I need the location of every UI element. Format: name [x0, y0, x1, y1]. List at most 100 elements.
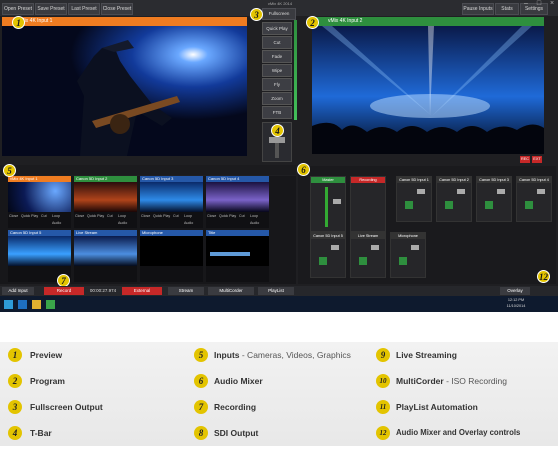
- audio-control[interactable]: Audio: [184, 221, 193, 225]
- last-preset-button[interactable]: Last Preset: [68, 3, 100, 15]
- strip-fader[interactable]: [331, 245, 339, 250]
- legend-item: 9 Live Streaming: [376, 342, 556, 368]
- fly-button[interactable]: Fly: [262, 78, 292, 91]
- quick-play-control[interactable]: Quick Play: [21, 214, 38, 218]
- badge-preview: 1: [12, 16, 25, 29]
- input-thumbnail[interactable]: Canon 5D Input 3 Close Quick Play Cut Lo…: [140, 176, 203, 228]
- legend-number: 6: [194, 374, 208, 388]
- strip-fader[interactable]: [457, 189, 465, 194]
- save-preset-button[interactable]: Save Preset: [35, 3, 67, 15]
- master-fader[interactable]: [333, 199, 341, 204]
- wipe-button[interactable]: Wipe: [262, 64, 292, 77]
- strip-fader[interactable]: [537, 189, 545, 194]
- strip-mute-toggle[interactable]: [399, 257, 407, 265]
- strip-mute-toggle[interactable]: [445, 201, 453, 209]
- preview-title-bar: vMix 4K Input 1: [2, 17, 247, 26]
- add-input-button[interactable]: Add Input: [2, 287, 34, 295]
- overlay-button[interactable]: Overlay: [500, 287, 530, 295]
- input-image: [140, 182, 203, 212]
- strip-label: Canon 5D Input 4: [517, 177, 551, 183]
- preview-screen[interactable]: [2, 26, 247, 156]
- audio-strip: Canon 5D Input 2: [436, 176, 472, 222]
- close-control[interactable]: Close: [141, 214, 150, 218]
- input-thumbnail[interactable]: Microphone: [140, 230, 203, 282]
- input-thumbnail[interactable]: Canon 5D Input 4 Close Quick Play Cut Lo…: [206, 176, 269, 228]
- program-title-bar: vMix 4K Input 2: [312, 17, 544, 26]
- strip-mute-toggle[interactable]: [319, 257, 327, 265]
- strip-mute-toggle[interactable]: [485, 201, 493, 209]
- cut-control[interactable]: Cut: [107, 214, 113, 218]
- input-image: [140, 236, 203, 266]
- loop-control[interactable]: Loop: [184, 214, 192, 218]
- cut-control[interactable]: Cut: [173, 214, 179, 218]
- legend-label: Recording: [214, 394, 256, 420]
- strip-fader[interactable]: [417, 189, 425, 194]
- stats-button[interactable]: Stats: [495, 3, 519, 15]
- audio-strip: Canon 5D Input 3: [476, 176, 512, 222]
- strip-fader[interactable]: [411, 245, 419, 250]
- cut-button[interactable]: Cut: [262, 36, 292, 49]
- quick-play-control[interactable]: Quick Play: [87, 214, 104, 218]
- audio-control[interactable]: Audio: [52, 221, 61, 225]
- legend-number: 8: [194, 426, 208, 440]
- legend-number: 1: [8, 348, 22, 362]
- close-control[interactable]: Close: [207, 214, 216, 218]
- record-button[interactable]: Record: [44, 287, 84, 295]
- legend-number: 3: [8, 400, 22, 414]
- ie-icon[interactable]: [18, 300, 27, 309]
- input-thumbnail[interactable]: Canon 5D Input 2 Close Quick Play Cut Lo…: [74, 176, 137, 228]
- input-image: [8, 236, 71, 266]
- open-preset-button[interactable]: Open Preset: [2, 3, 34, 15]
- cut-control[interactable]: Cut: [41, 214, 47, 218]
- input-thumbnail[interactable]: Live Stream: [74, 230, 137, 282]
- folder-icon[interactable]: [32, 300, 41, 309]
- ftb-button[interactable]: FTB: [262, 106, 292, 119]
- badge-program: 2: [306, 16, 319, 29]
- close-icon[interactable]: ×: [546, 0, 558, 9]
- strip-fader[interactable]: [497, 189, 505, 194]
- close-control[interactable]: Close: [9, 214, 18, 218]
- record-time: 00:00:27.974: [89, 288, 117, 293]
- strip-fader[interactable]: [371, 245, 379, 250]
- cut-control[interactable]: Cut: [239, 214, 245, 218]
- zoom-button[interactable]: Zoom: [262, 92, 292, 105]
- pause-inputs-button[interactable]: Pause Inputs: [462, 3, 494, 15]
- input-controls: Close Quick Play Cut Loop Audio: [8, 213, 71, 227]
- recording-label: Recording: [351, 177, 385, 183]
- external-button[interactable]: External: [122, 287, 162, 295]
- legend-item: 12 Audio Mixer and Overlay controls: [376, 420, 556, 446]
- loop-control[interactable]: Loop: [118, 214, 126, 218]
- legend-label-text: Program: [30, 376, 65, 386]
- vmix-taskbar-icon[interactable]: [46, 300, 55, 309]
- playlist-button[interactable]: PlayList: [258, 287, 294, 295]
- program-screen[interactable]: [312, 26, 544, 154]
- stream-button[interactable]: Stream: [168, 287, 204, 295]
- multicorder-button[interactable]: MultiCorder: [208, 287, 254, 295]
- strip-mute-toggle[interactable]: [405, 201, 413, 209]
- fullscreen-button[interactable]: Fullscreen: [262, 8, 296, 20]
- legend-label-text: MultiCorder: [396, 376, 444, 386]
- input-thumbnail[interactable]: vMix 4K Input 1 Close Quick Play Cut Loo…: [8, 176, 71, 228]
- fade-button[interactable]: Fade: [262, 50, 292, 63]
- minimize-icon[interactable]: –: [520, 0, 532, 9]
- audio-control[interactable]: Audio: [250, 221, 259, 225]
- loop-control[interactable]: Loop: [52, 214, 60, 218]
- loop-control[interactable]: Loop: [250, 214, 258, 218]
- legend-number: 2: [8, 374, 22, 388]
- quick-play-control[interactable]: Quick Play: [153, 214, 170, 218]
- maximize-icon[interactable]: □: [533, 0, 545, 9]
- windows-start-icon[interactable]: [4, 300, 13, 309]
- strip-mute-toggle[interactable]: [525, 201, 533, 209]
- taskbar-time: 12:12 PM: [507, 298, 525, 302]
- quick-play-control[interactable]: Quick Play: [219, 214, 236, 218]
- input-thumbnail[interactable]: Title: [206, 230, 269, 282]
- inputs-panel: vMix 4K Input 1 Close Quick Play Cut Loo…: [0, 176, 296, 284]
- audio-control[interactable]: Audio: [118, 221, 127, 225]
- close-preset-button[interactable]: Close Preset: [101, 3, 133, 15]
- quick-play-button[interactable]: Quick Play: [262, 22, 292, 35]
- legend-label: Live Streaming: [396, 342, 457, 368]
- t-bar-handle[interactable]: [269, 137, 285, 143]
- legend-item: 6 Audio Mixer: [194, 368, 374, 394]
- strip-mute-toggle[interactable]: [359, 257, 367, 265]
- close-control[interactable]: Close: [75, 214, 84, 218]
